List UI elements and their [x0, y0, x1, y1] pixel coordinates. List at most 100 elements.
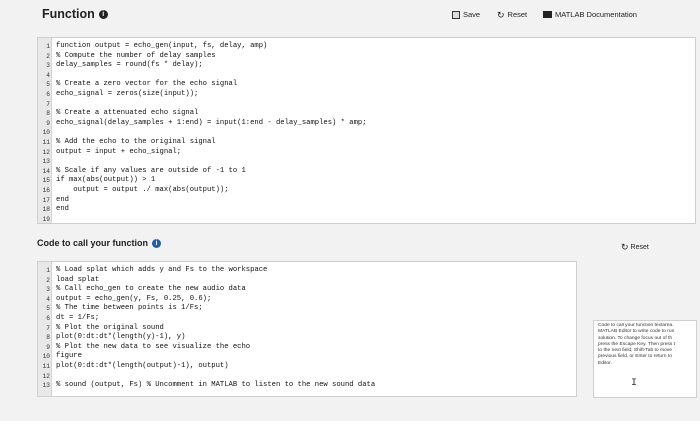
call-section-title: Code to call your function i [37, 238, 162, 248]
line-number: 8 [46, 110, 50, 118]
textarea-help-text: Code to call your function textarea. MAT… [598, 323, 676, 366]
line-number: 3 [46, 62, 50, 70]
code-text: % Call echo_gen to create the new audio … [56, 285, 246, 294]
code-text: output = output ./ max(abs(output)); [56, 185, 229, 194]
code-text: % sound (output, Fs) % Uncomment in MATL… [56, 381, 376, 390]
line-number: 15 [42, 177, 50, 185]
code-line[interactable]: 4 [38, 71, 695, 81]
code-line[interactable]: 10 [38, 128, 695, 138]
documentation-icon [543, 11, 552, 18]
code-line[interactable]: 13 % sound (output, Fs) % Uncomment in MA… [38, 381, 576, 391]
code-line[interactable]: 12 output = input + echo_signal; [38, 148, 695, 158]
textarea-help-panel: Code to call your function textarea. MAT… [593, 320, 697, 398]
code-line[interactable]: 11 % Add the echo to the original signal [38, 138, 695, 148]
save-icon [452, 10, 460, 19]
code-text: % Scale if any values are outside of -1 … [56, 166, 246, 175]
code-text: % Load splat which adds y and Fs to the … [56, 266, 268, 274]
code-line[interactable]: 6 dt = 1/Fs; [38, 314, 576, 324]
line-number: 11 [42, 362, 50, 370]
matlab-documentation-button[interactable]: MATLAB Documentation [543, 10, 637, 19]
code-text: % Compute the number of delay samples [56, 51, 216, 60]
code-text: % Create a zero vector for the echo sign… [56, 80, 238, 89]
code-text: delay_samples = round(fs * delay); [56, 61, 203, 70]
code-line[interactable]: 8 plot(0:dt:dt*(length(y)-1), y) [38, 333, 576, 343]
line-number: 4 [46, 295, 50, 303]
reset-label: Reset [507, 10, 528, 19]
call-section-title-text: Code to call your function [37, 238, 149, 248]
info-icon[interactable]: i [98, 9, 108, 19]
code-text: echo_signal(delay_samples + 1:end) = inp… [56, 118, 367, 127]
save-label: Save [463, 10, 481, 19]
code-line[interactable]: 14 % Scale if any values are outside of -… [38, 167, 695, 177]
line-number: 5 [46, 305, 50, 313]
line-number: 14 [42, 167, 50, 175]
line-number: 18 [42, 206, 50, 214]
code-line[interactable]: 12 [38, 372, 576, 382]
line-number: 12 [42, 148, 50, 156]
code-line[interactable]: 16 output = output ./ max(abs(output)); [38, 186, 695, 196]
code-text: output = input + echo_signal; [56, 147, 182, 156]
line-number: 5 [46, 81, 50, 89]
code-line[interactable]: 9 echo_signal(delay_samples + 1:end) = in… [38, 119, 695, 129]
call-reset-button[interactable]: ↻ Reset [621, 243, 649, 252]
code-text: plot(0:dt:dt*(length(y)-1), y) [56, 333, 186, 342]
line-number: 8 [46, 334, 50, 342]
line-number: 10 [42, 353, 50, 361]
code-line[interactable]: 2 load splat [38, 276, 576, 286]
line-number: 13 [42, 382, 50, 390]
code-line[interactable]: 17 end [38, 196, 695, 206]
code-text: % The time between points is 1/Fs; [56, 304, 203, 313]
line-number: 11 [42, 138, 50, 146]
save-button[interactable]: Save [452, 10, 480, 19]
code-line[interactable]: 15 if max(abs(output)) > 1 [38, 176, 695, 186]
code-text: output = echo_gen(y, Fs, 0.25, 0.6); [56, 294, 212, 303]
code-line[interactable]: 3 delay_samples = round(fs * delay); [38, 61, 695, 71]
code-line[interactable]: 3 % Call echo_gen to create the new audio… [38, 285, 576, 295]
page-title: Function i [42, 7, 108, 21]
code-line[interactable]: 2 % Compute the number of delay samples [38, 52, 695, 62]
code-text: % Plot the original sound [56, 323, 164, 332]
line-number: 1 [46, 43, 50, 50]
code-text: echo_signal = zeros(size(input)); [56, 89, 199, 98]
line-number: 2 [46, 276, 50, 284]
code-line[interactable]: 13 [38, 157, 695, 167]
line-number: 17 [42, 196, 50, 204]
line-number: 9 [46, 119, 50, 127]
code-text: plot(0:dt:dt*(length(output)-1), output) [56, 361, 229, 370]
reset-button[interactable]: ↻ Reset [497, 10, 527, 19]
reset-icon: ↻ [497, 9, 505, 20]
line-number: 19 [42, 215, 50, 223]
code-line[interactable]: 9 % Plot the new data to see visualize th… [38, 343, 576, 353]
info-icon[interactable]: i [152, 238, 162, 248]
code-line[interactable]: 5 % The time between points is 1/Fs; [38, 304, 576, 314]
code-line[interactable]: 11 plot(0:dt:dt*(length(output)-1), outpu… [38, 362, 576, 372]
line-number: 13 [42, 158, 50, 166]
code-text: % Add the echo to the original signal [56, 137, 216, 146]
code-line[interactable]: 4 output = echo_gen(y, Fs, 0.25, 0.6); [38, 295, 576, 305]
code-line[interactable]: 18 end [38, 205, 695, 215]
code-line[interactable]: 7 % Plot the original sound [38, 324, 576, 334]
code-line[interactable]: 10 figure [38, 352, 576, 362]
code-line[interactable]: 19 [38, 215, 695, 225]
code-text: dt = 1/Fs; [56, 313, 100, 322]
line-number: 1 [46, 267, 50, 274]
code-line[interactable]: 7 [38, 100, 695, 110]
code-text: load splat [56, 275, 100, 284]
code-text: end [56, 195, 69, 204]
line-number: 3 [46, 286, 50, 294]
call-reset-label: Reset [630, 243, 649, 251]
code-line[interactable]: 1 function output = echo_gen(input, fs, d… [38, 42, 695, 52]
call-code-editor[interactable]: 1 % Load splat which adds y and Fs to the… [37, 261, 577, 397]
line-number: 4 [46, 71, 50, 79]
function-code-editor[interactable]: 1 function output = echo_gen(input, fs, d… [37, 37, 696, 224]
line-number: 16 [42, 186, 50, 194]
code-line[interactable]: 5 % Create a zero vector for the echo sig… [38, 80, 695, 90]
code-line[interactable]: 8 % Create a attenuated echo signal [38, 109, 695, 119]
line-number: 6 [46, 90, 50, 98]
code-line[interactable]: 6 echo_signal = zeros(size(input)); [38, 90, 695, 100]
code-line[interactable]: 1 % Load splat which adds y and Fs to the… [38, 266, 576, 276]
